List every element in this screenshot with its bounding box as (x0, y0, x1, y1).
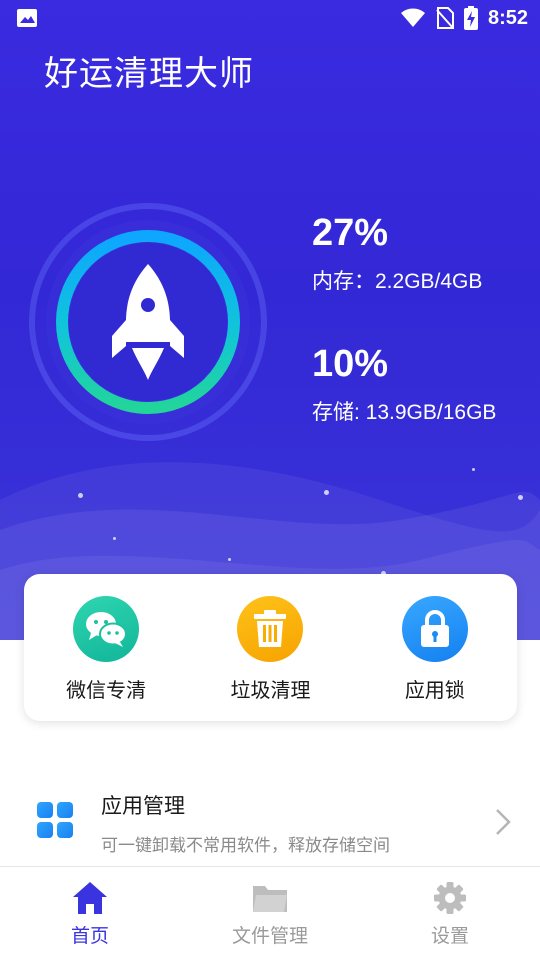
status-bar: 8:52 (0, 0, 540, 36)
tool-label: 应用锁 (404, 678, 465, 702)
memory-stat: 27% 内存：2.2GB/4GB (312, 212, 482, 295)
tool-app-lock[interactable]: 应用锁 (365, 596, 505, 703)
page-title: 好运清理大师 (44, 54, 254, 94)
gear-icon (434, 882, 466, 914)
tab-label: 首页 (70, 925, 109, 947)
star-dot (472, 468, 475, 471)
star-dot (228, 558, 231, 561)
star-dot (78, 493, 83, 498)
wechat-icon (73, 596, 140, 662)
image-icon (17, 9, 37, 27)
tab-label: 设置 (430, 925, 469, 947)
storage-detail: 存储: 13.9GB/16GB (312, 401, 497, 424)
app-manage-description: 可一键卸载不常用软件，释放存储空间 (101, 836, 390, 856)
folder-icon (253, 886, 287, 912)
chevron-right-icon (496, 809, 511, 835)
memory-percent: 27% (312, 212, 389, 254)
app-manage-title: 应用管理 (101, 794, 185, 818)
boost-gauge[interactable] (28, 202, 268, 442)
wifi-icon (400, 8, 425, 27)
star-dot (518, 495, 523, 500)
star-dot (324, 490, 329, 495)
bottom-tab-bar: 首页 文件管理 设置 (0, 866, 540, 960)
lock-icon (401, 596, 468, 662)
app-manage-row[interactable]: 应用管理 可一键卸载不常用软件，释放存储空间 (0, 780, 540, 864)
memory-detail: 内存：2.2GB/4GB (312, 270, 483, 293)
no-sim-icon (436, 7, 454, 29)
star-dot (113, 537, 116, 540)
storage-percent: 10% (312, 343, 389, 385)
tab-settings[interactable]: 设置 (360, 867, 540, 960)
tab-file-manager[interactable]: 文件管理 (180, 867, 360, 960)
tool-label: 微信专清 (66, 678, 147, 702)
battery-charging-icon (463, 6, 478, 30)
tab-home[interactable]: 首页 (0, 867, 180, 960)
tab-label: 文件管理 (231, 925, 308, 947)
tool-wechat-clean[interactable]: 微信专清 (36, 596, 176, 703)
status-time: 8:52 (487, 6, 528, 29)
tool-junk-clean[interactable]: 垃圾清理 (200, 596, 340, 703)
storage-stat: 10% 存储: 13.9GB/16GB (312, 343, 496, 426)
home-icon (73, 882, 107, 914)
apps-grid-icon (37, 802, 73, 838)
tools-card: 微信专清 垃圾清理 应用锁 (24, 574, 517, 721)
rocket-window (141, 298, 155, 312)
trash-icon (237, 596, 304, 662)
tool-label: 垃圾清理 (230, 678, 311, 702)
